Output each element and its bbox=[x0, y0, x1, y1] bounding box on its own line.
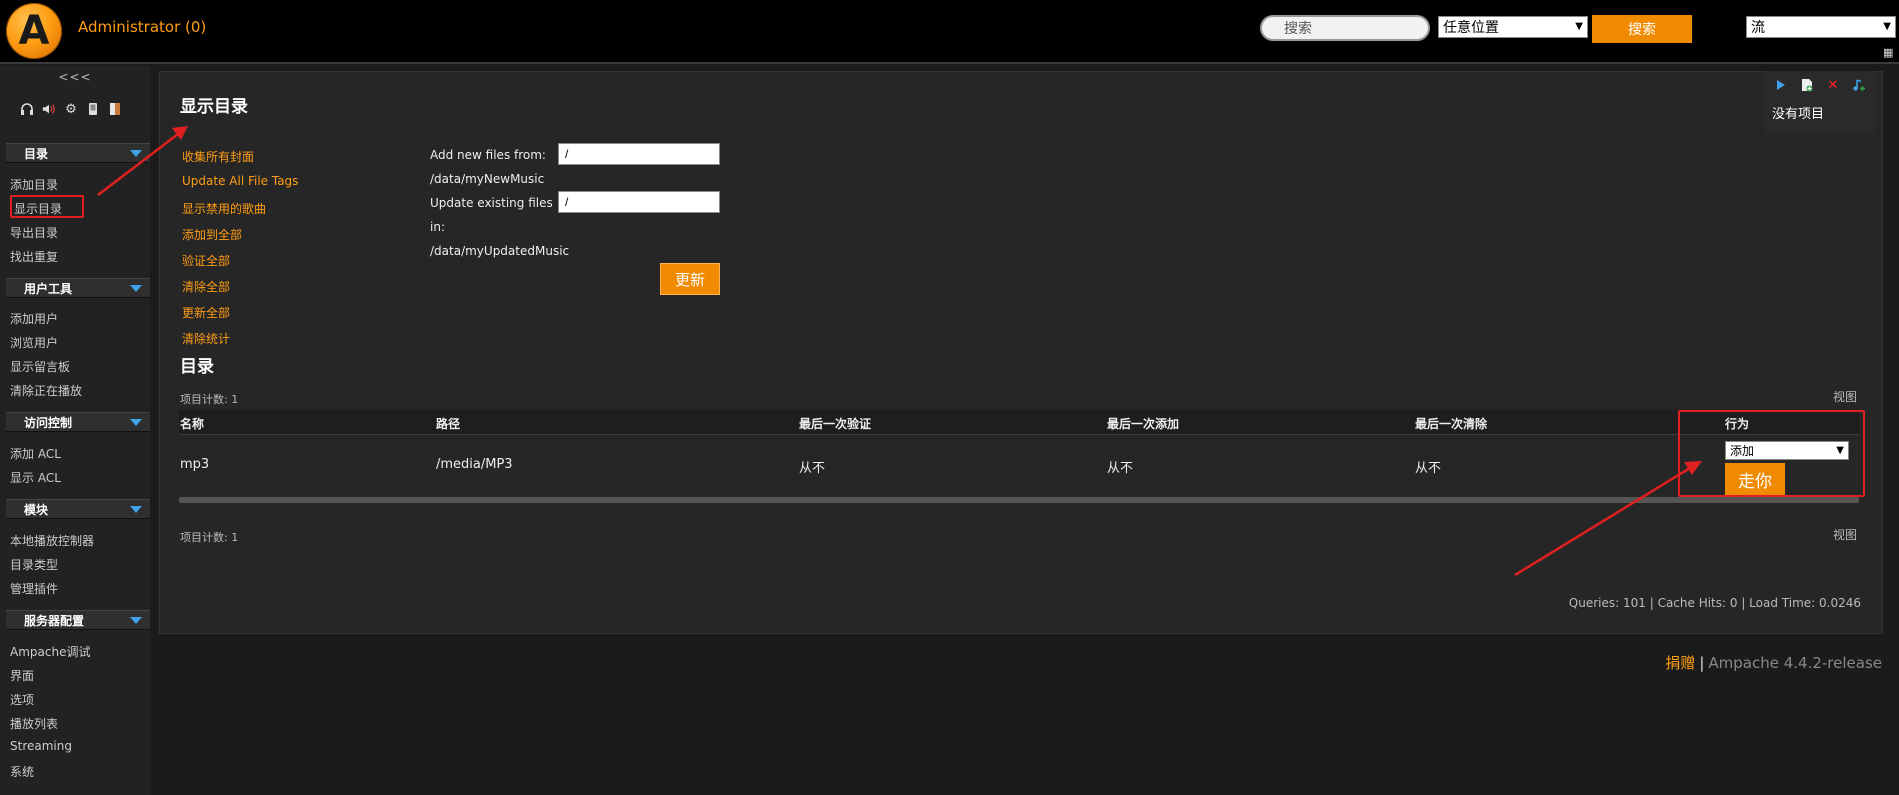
add-file-icon[interactable] bbox=[1800, 78, 1814, 92]
item-count-top: 项目计数: 1 bbox=[180, 393, 239, 406]
play-icon[interactable] bbox=[1774, 78, 1788, 92]
footer-separator: | bbox=[1699, 654, 1705, 672]
headphones-icon[interactable] bbox=[20, 102, 34, 116]
page-title: 显示目录 bbox=[180, 97, 248, 117]
menu-icon[interactable]: ▦ bbox=[1883, 46, 1893, 59]
version-text: Ampache 4.4.2-release bbox=[1708, 654, 1882, 672]
stream-select[interactable]: 流 ▼ bbox=[1746, 16, 1896, 38]
action-gather-art[interactable]: 收集所有封面 bbox=[182, 148, 254, 165]
chevron-down-icon: ▼ bbox=[1575, 20, 1583, 32]
view-link-bottom[interactable]: 视图 bbox=[1833, 526, 1857, 543]
sidebar-section-user-tools[interactable]: 用户工具 bbox=[6, 278, 150, 298]
table-header-row bbox=[179, 410, 1859, 435]
gear-icon[interactable]: ⚙ bbox=[64, 102, 78, 117]
administrator-link[interactable]: Administrator (0) bbox=[78, 18, 206, 36]
door-icon[interactable] bbox=[108, 102, 122, 116]
playlist-empty-text: 没有项目 bbox=[1772, 107, 1825, 122]
add-path-input[interactable] bbox=[558, 143, 720, 165]
cell-catalog-name[interactable]: mp3 bbox=[180, 457, 209, 472]
update-files-label: Update existing files bbox=[430, 196, 553, 210]
sidebar-collapse-toggle[interactable]: <<< bbox=[0, 70, 150, 84]
item-count-bottom: 项目计数: 1 bbox=[180, 531, 239, 544]
search-location-select[interactable]: 任意位置 ▼ bbox=[1438, 16, 1588, 38]
highlight-box-show-catalog bbox=[10, 195, 84, 218]
sidebar-item-catalog-types[interactable]: 目录类型 bbox=[10, 556, 58, 573]
cell-last-verify: 从不 bbox=[799, 461, 826, 476]
action-verify-all[interactable]: 验证全部 bbox=[182, 252, 230, 269]
sidebar-item-options[interactable]: 选项 bbox=[10, 691, 34, 708]
footer: 捐赠 | Ampache 4.4.2-release bbox=[1665, 652, 1882, 673]
table-scrollbar[interactable] bbox=[179, 497, 1859, 503]
sidebar-section-modules[interactable]: 模块 bbox=[6, 499, 150, 519]
update-path-input[interactable] bbox=[558, 191, 720, 213]
cell-last-clean: 从不 bbox=[1415, 461, 1442, 476]
speaker-icon[interactable] bbox=[42, 102, 56, 116]
cell-catalog-path: /media/MP3 bbox=[436, 457, 513, 472]
sidebar-item-shoutbox[interactable]: 显示留言板 bbox=[10, 358, 70, 375]
chevron-down-icon: ▼ bbox=[1883, 20, 1891, 32]
view-link-top[interactable]: 视图 bbox=[1833, 388, 1857, 405]
add-music-icon[interactable] bbox=[1852, 78, 1866, 92]
update-files-label-cont: in: bbox=[430, 220, 445, 234]
sidebar-item-show-acl[interactable]: 显示 ACL bbox=[10, 469, 61, 486]
update-button[interactable]: 更新 bbox=[660, 263, 720, 295]
sidebar-item-streaming[interactable]: Streaming bbox=[10, 739, 72, 753]
chevron-down-icon bbox=[130, 506, 142, 513]
action-clean-all[interactable]: 清除全部 bbox=[182, 278, 230, 295]
query-stats: Queries: 101 | Cache Hits: 0 | Load Time… bbox=[1568, 596, 1861, 610]
device-icon[interactable] bbox=[86, 102, 100, 116]
rightbar-toolbar: ✕ bbox=[1774, 78, 1866, 93]
chevron-down-icon bbox=[130, 150, 142, 157]
sidebar-item-localplay[interactable]: 本地播放控制器 bbox=[10, 532, 94, 549]
update-path-hint: /data/myUpdatedMusic bbox=[430, 244, 570, 258]
add-files-label: Add new files from: bbox=[430, 148, 546, 162]
search-button[interactable]: 搜索 bbox=[1592, 15, 1692, 43]
sidebar-item-clear-now-playing[interactable]: 清除正在播放 bbox=[10, 382, 82, 399]
sidebar-item-browse-users[interactable]: 浏览用户 bbox=[10, 334, 58, 351]
column-name[interactable]: 名称 bbox=[180, 415, 204, 432]
sidebar-item-system[interactable]: 系统 bbox=[10, 763, 34, 780]
chevron-down-icon bbox=[130, 617, 142, 624]
sidebar-toolbar: ⚙ bbox=[20, 102, 122, 117]
column-last-clean[interactable]: 最后一次清除 bbox=[1415, 415, 1487, 432]
sidebar-item-manage-plugins[interactable]: 管理插件 bbox=[10, 580, 58, 597]
sidebar-item-add-acl[interactable]: 添加 ACL bbox=[10, 445, 61, 462]
sidebar-section-catalog[interactable]: 目录 bbox=[6, 143, 150, 163]
sidebar-item-add-catalog[interactable]: 添加目录 bbox=[10, 176, 58, 193]
sidebar-item-ampache-debug[interactable]: Ampache调试 bbox=[10, 643, 90, 660]
donate-link[interactable]: 捐赠 bbox=[1665, 654, 1695, 672]
action-update-all[interactable]: 更新全部 bbox=[182, 304, 230, 321]
search-input[interactable] bbox=[1260, 15, 1430, 41]
action-clear-stats[interactable]: 清除统计 bbox=[182, 330, 230, 347]
sidebar-item-find-duplicates[interactable]: 找出重复 bbox=[10, 248, 58, 265]
sidebar-item-export-catalog[interactable]: 导出目录 bbox=[10, 224, 58, 241]
action-show-disabled-songs[interactable]: 显示禁用的歌曲 bbox=[182, 200, 266, 217]
chevron-down-icon bbox=[130, 285, 142, 292]
top-header: A Administrator (0) 任意位置 ▼ 搜索 流 ▼ ▦ bbox=[0, 0, 1899, 64]
sidebar-item-interface[interactable]: 界面 bbox=[10, 667, 34, 684]
action-add-all[interactable]: 添加到全部 bbox=[182, 226, 242, 243]
column-last-verify[interactable]: 最后一次验证 bbox=[799, 415, 871, 432]
chevron-down-icon bbox=[130, 419, 142, 426]
ampache-logo[interactable]: A bbox=[6, 3, 62, 59]
highlight-box-action bbox=[1678, 410, 1865, 497]
catalog-section-title: 目录 bbox=[180, 357, 214, 377]
column-path[interactable]: 路径 bbox=[436, 415, 460, 432]
main-content bbox=[159, 71, 1883, 634]
action-update-file-tags[interactable]: Update All File Tags bbox=[182, 174, 298, 188]
sidebar-item-playlists[interactable]: 播放列表 bbox=[10, 715, 58, 732]
sidebar: <<< ⚙ 目录 添加目录 显示目录 导出目录 找出重复 用户工具 添加用户 浏… bbox=[0, 66, 150, 795]
cell-last-add: 从不 bbox=[1107, 461, 1134, 476]
delete-icon[interactable]: ✕ bbox=[1826, 78, 1840, 93]
column-last-add[interactable]: 最后一次添加 bbox=[1107, 415, 1179, 432]
add-path-hint: /data/myNewMusic bbox=[430, 172, 545, 186]
sidebar-section-access-control[interactable]: 访问控制 bbox=[6, 412, 150, 432]
sidebar-item-add-user[interactable]: 添加用户 bbox=[10, 310, 58, 327]
sidebar-section-server-config[interactable]: 服务器配置 bbox=[6, 610, 150, 630]
